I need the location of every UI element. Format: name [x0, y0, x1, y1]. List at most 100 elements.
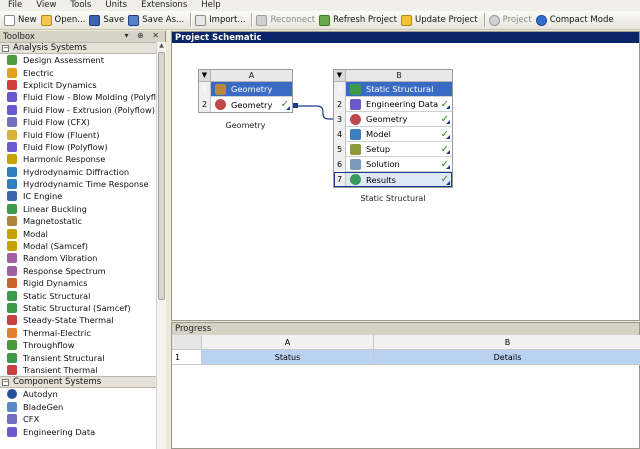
toolbox-item[interactable]: Random Vibration [0, 252, 165, 264]
toolbox-item[interactable]: Magnetostatic [0, 215, 165, 227]
toolbox-item[interactable]: Thermal-Electric [0, 327, 165, 339]
row-number: 2 [199, 97, 211, 112]
menu-tools[interactable]: Tools [70, 0, 91, 11]
row-label: Static Structural [366, 84, 434, 94]
menu-help[interactable]: Help [201, 0, 220, 11]
geometry-cell[interactable]: 3 Geometry ✓ [334, 111, 452, 127]
setup-cell[interactable]: 5 Setup ✓ [334, 141, 452, 157]
collapse-icon[interactable]: − [2, 378, 9, 386]
toolbox-item[interactable]: Transient Thermal [0, 364, 165, 376]
component-systems-header[interactable]: − Component Systems [0, 376, 165, 389]
reconnect-label: Reconnect [270, 15, 316, 25]
collapse-icon[interactable]: − [2, 44, 9, 52]
polyflow-icon [7, 92, 17, 103]
toolbox-item-label: CFX [23, 414, 40, 425]
system-title-row[interactable]: 1 Static Structural [334, 81, 452, 97]
geometry-cell[interactable]: 2 Geometry ✓ [199, 97, 292, 112]
toolbox-item[interactable]: Modal [0, 227, 165, 239]
toolbox-panel: Toolbox ▾ ⊕ ✕ − Analysis Systems Design … [0, 31, 166, 449]
save-button[interactable]: Save [88, 12, 127, 29]
table-row[interactable]: 1 Status Details [172, 350, 640, 365]
update-project-button[interactable]: Update Project [400, 12, 481, 29]
column-header-b[interactable]: B [374, 335, 640, 349]
toolbox-scrollbar[interactable]: ▲ [156, 42, 166, 449]
solution-cell[interactable]: 6 Solution ✓ [334, 156, 452, 172]
system-b-caption[interactable]: Static Structural [333, 194, 453, 203]
save-as-button[interactable]: Save As... [127, 12, 187, 29]
toolbox-item[interactable]: Hydrodynamic Diffraction [0, 166, 165, 178]
save-label: Save [103, 15, 125, 25]
system-title-row[interactable]: 1 Geometry [199, 81, 292, 97]
toolbox-item-label: Transient Structural [23, 352, 105, 363]
system-a-caption[interactable]: Geometry [198, 121, 293, 130]
toolbox-window-controls[interactable]: ▾ ⊕ ✕ [124, 31, 162, 40]
toolbox-item[interactable]: Rigid Dynamics [0, 277, 165, 289]
results-cell[interactable]: 7 Results ✓ [334, 172, 452, 187]
model-icon [350, 128, 361, 140]
toolbox-item[interactable]: Engineering Data [0, 425, 165, 437]
system-a-geometry[interactable]: ▼ A 1 Geometry 2 Geometry ✓ [198, 69, 293, 113]
row-label: Geometry [366, 114, 408, 124]
toolbox-item[interactable]: CFX [0, 413, 165, 425]
toolbox-item[interactable]: BladeGen [0, 401, 165, 413]
scrollbar-thumb[interactable] [158, 52, 165, 300]
model-cell[interactable]: 4 Model ✓ [334, 126, 452, 142]
compact-mode-button[interactable]: Compact Mode [535, 12, 617, 29]
system-letter: A [248, 71, 255, 80]
toolbox-item[interactable]: IC Engine [0, 190, 165, 202]
toolbox-item[interactable]: Fluid Flow (CFX) [0, 116, 165, 128]
toolbox-item[interactable]: Static Structural (Samcef) [0, 302, 165, 314]
toolbox-item[interactable]: Electric [0, 66, 165, 78]
row-number: 4 [334, 126, 346, 142]
progress-table: A B 1 Status Details [172, 335, 640, 365]
menu-extensions[interactable]: Extensions [141, 0, 187, 11]
toolbox-item[interactable]: Harmonic Response [0, 153, 165, 165]
toolbox-item[interactable]: Steady-State Thermal [0, 314, 165, 326]
refresh-project-button[interactable]: Refresh Project [318, 12, 400, 29]
toolbox-item[interactable]: Design Assessment [0, 54, 165, 66]
progress-panel: Progress A B 1 Status Details [171, 322, 640, 449]
toolbar: New Open... Save Save As... Import... Re… [0, 11, 640, 30]
save-as-label: Save As... [142, 15, 185, 25]
scroll-up-icon[interactable]: ▲ [157, 42, 166, 51]
throughflow-icon [7, 340, 17, 351]
toolbox-item[interactable]: Throughflow [0, 339, 165, 351]
analysis-systems-header[interactable]: − Analysis Systems [0, 42, 165, 54]
column-header-a[interactable]: A [202, 335, 374, 349]
menu-units[interactable]: Units [105, 0, 127, 11]
toolbox-item[interactable]: Fluid Flow (Polyflow) [0, 141, 165, 153]
menu-view[interactable]: View [36, 0, 56, 11]
toolbox-item[interactable]: Linear Buckling [0, 203, 165, 215]
toolbox-item[interactable]: Explicit Dynamics [0, 79, 165, 91]
system-menu-icon[interactable]: ▼ [334, 70, 346, 81]
menu-file[interactable]: File [8, 0, 22, 11]
toolbox-item[interactable]: Fluid Flow (Fluent) [0, 128, 165, 140]
engineering-data-cell[interactable]: 2 Engineering Data ✓ [334, 96, 452, 112]
toolbox-item[interactable]: Transient Structural [0, 351, 165, 363]
toolbox-item[interactable]: Response Spectrum [0, 265, 165, 277]
progress-title: Progress [172, 323, 639, 335]
update-label: Update Project [415, 15, 478, 25]
toolbox-item[interactable]: Hydrodynamic Time Response [0, 178, 165, 190]
modal-samcef-icon [7, 241, 17, 252]
reconnect-button[interactable]: Reconnect [255, 12, 318, 29]
transient-structural-icon [7, 352, 17, 363]
system-b-static-structural[interactable]: ▼ B 1 Static Structural 2 Engineering Da… [333, 69, 453, 188]
toolbox-item-label: Design Assessment [23, 55, 105, 66]
import-button[interactable]: Import... [194, 12, 248, 29]
new-button[interactable]: New [3, 12, 40, 29]
project-button[interactable]: Project [488, 12, 535, 29]
system-menu-icon[interactable]: ▼ [199, 70, 211, 81]
project-label: Project [502, 15, 532, 25]
toolbox-item[interactable]: Fluid Flow - Extrusion (Polyflow) [0, 104, 165, 116]
toolbox-item-label: Throughflow [23, 340, 75, 351]
static-structural-samcef-icon [7, 303, 17, 313]
toolbox-item[interactable]: Modal (Samcef) [0, 240, 165, 252]
toolbox-item[interactable]: Fluid Flow - Blow Molding (Polyflow) [0, 91, 165, 103]
toolbar-separator [190, 13, 192, 27]
open-button[interactable]: Open... [40, 12, 89, 29]
compact-mode-icon [535, 14, 547, 26]
toolbox-item[interactable]: Autodyn [0, 388, 165, 400]
toolbox-item[interactable]: Static Structural [0, 289, 165, 301]
toolbox-item-label: Transient Thermal [23, 364, 98, 375]
